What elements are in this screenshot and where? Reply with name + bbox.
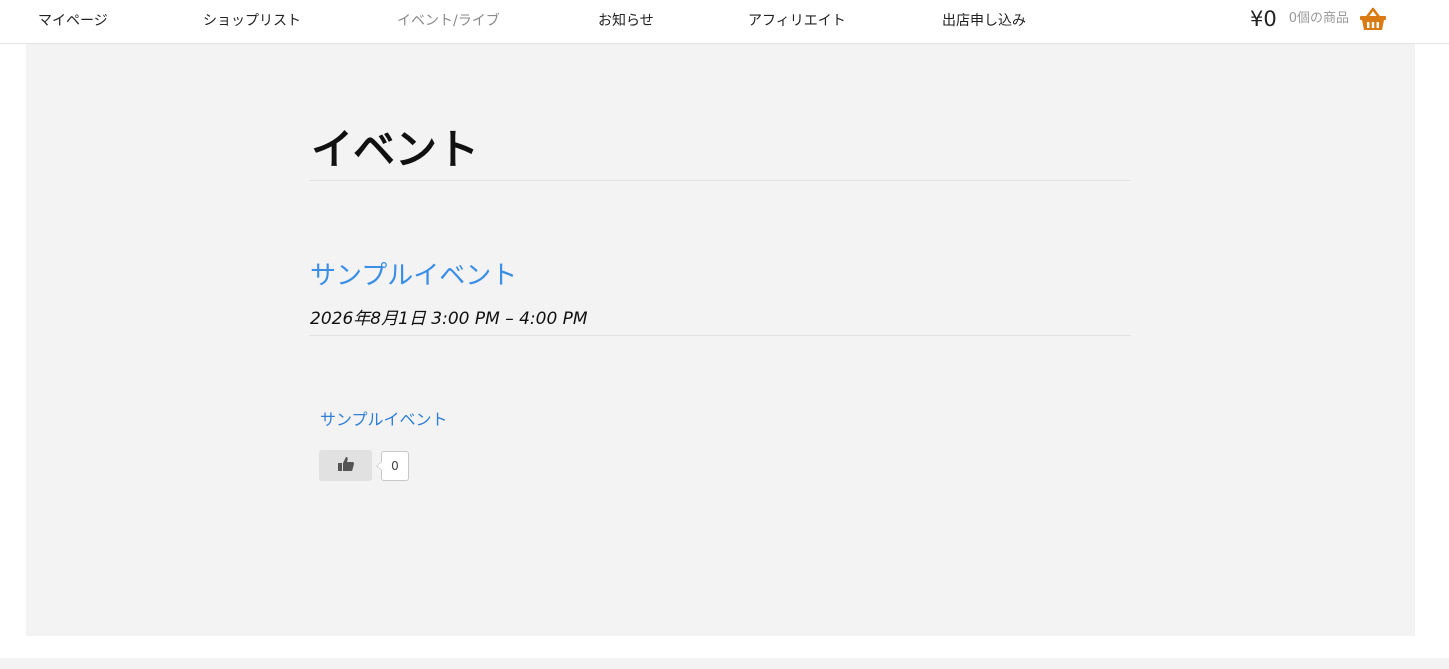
nav-item-news[interactable]: お知らせ bbox=[598, 12, 654, 30]
nav-item-apply-shop[interactable]: 出店申し込み bbox=[942, 12, 1026, 30]
page-title: イベント bbox=[311, 125, 480, 174]
title-divider bbox=[309, 180, 1131, 181]
footer bbox=[0, 658, 1449, 669]
nav-item-affiliate[interactable]: アフィリエイト bbox=[748, 12, 846, 30]
like-button[interactable] bbox=[319, 450, 372, 481]
nav-item-shoplist[interactable]: ショップリスト bbox=[203, 12, 301, 30]
basket-icon[interactable] bbox=[1359, 7, 1387, 31]
event-date: 2026年8月1日 3:00 PM – 4:00 PM bbox=[310, 309, 588, 329]
cart-total: ¥0 bbox=[1250, 7, 1277, 31]
like-count: 0 bbox=[376, 451, 409, 481]
event-link[interactable]: サンプルイベント bbox=[320, 410, 448, 430]
nav-item-events-live[interactable]: イベント/ライブ bbox=[397, 12, 500, 30]
thumbs-up-icon bbox=[337, 456, 355, 475]
main-content: イベント サンプルイベント 2026年8月1日 3:00 PM – 4:00 P… bbox=[26, 44, 1415, 636]
cart-item-count: 0個の商品 bbox=[1288, 11, 1350, 26]
event-divider bbox=[309, 335, 1131, 336]
nav-item-mypage[interactable]: マイページ bbox=[38, 12, 108, 30]
event-title-link[interactable]: サンプルイベント bbox=[310, 259, 517, 293]
top-navigation: マイページ ショップリスト イベント/ライブ お知らせ アフィリエイト 出店申し… bbox=[0, 0, 1449, 44]
cart-summary[interactable]: ¥0 0個の商品 bbox=[1250, 4, 1387, 34]
